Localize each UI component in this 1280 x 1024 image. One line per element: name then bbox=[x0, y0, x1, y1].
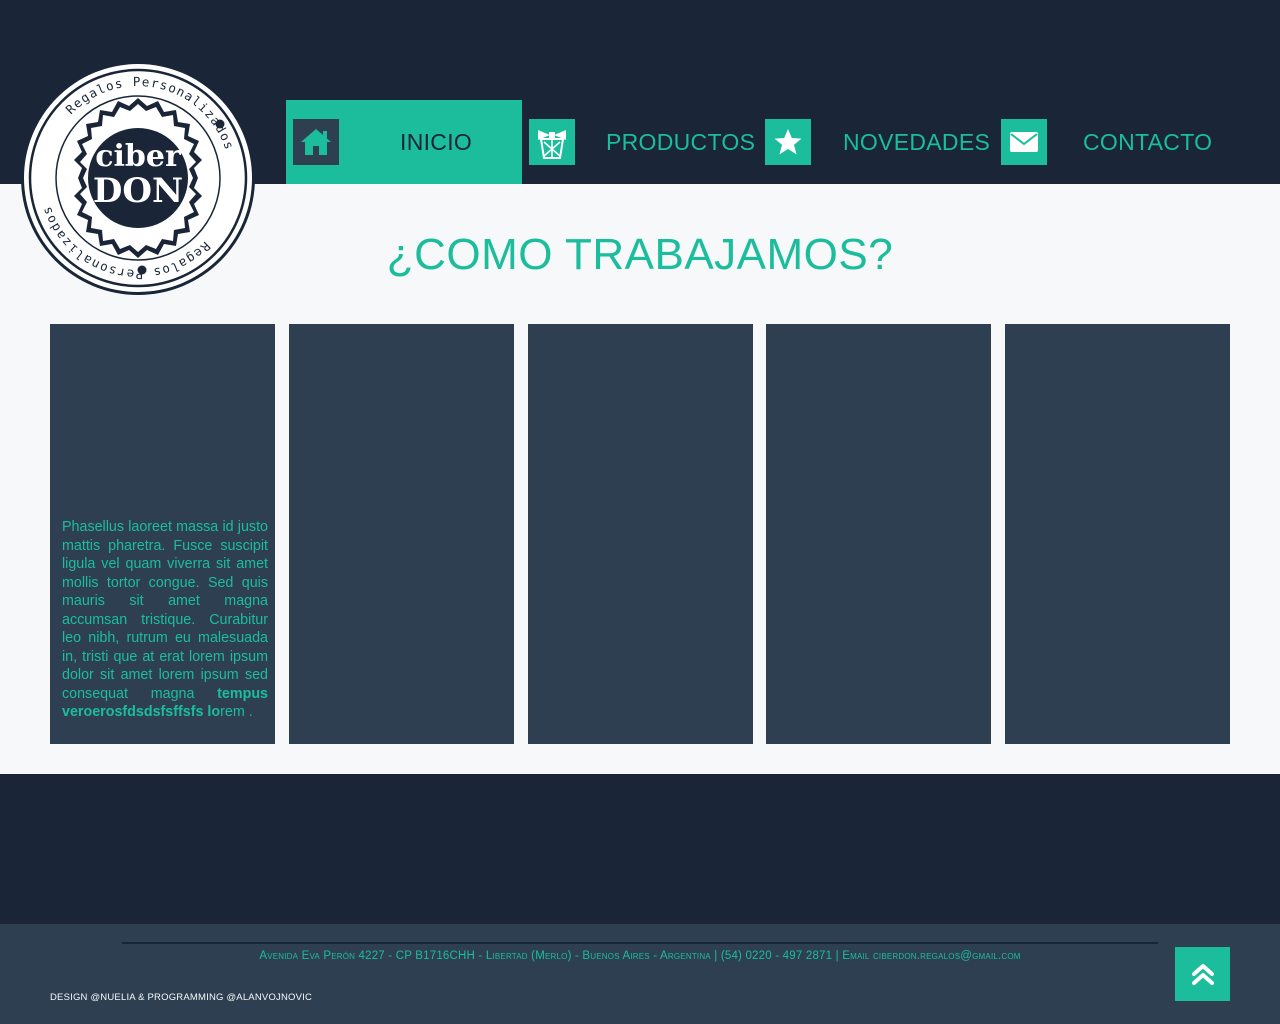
nav-label-productos: PRODUCTOS bbox=[606, 129, 756, 155]
nav-item-contacto[interactable]: CONTACTO bbox=[994, 100, 1230, 184]
footer bbox=[0, 924, 1280, 1024]
nav-label-novedades: NOVEDADES bbox=[843, 129, 991, 155]
info-card-5 bbox=[1005, 324, 1230, 744]
ciberdon-logo[interactable]: Regalos Personalizados Regalos Personali… bbox=[20, 60, 256, 296]
nav-label-inicio: INICIO bbox=[400, 129, 473, 155]
envelope-icon bbox=[1001, 119, 1047, 165]
star-icon bbox=[765, 119, 811, 165]
nav-item-productos[interactable]: PRODUCTOS bbox=[522, 100, 758, 184]
svg-text:ciber: ciber bbox=[95, 139, 182, 174]
footer-address: Avenida Eva Perón 4227 - CP B1716CHH - L… bbox=[259, 950, 1021, 962]
info-card-1: Phasellus laoreet massa id justo mattis … bbox=[50, 324, 275, 744]
info-card-2 bbox=[289, 324, 514, 744]
nav-item-novedades[interactable]: NOVEDADES bbox=[758, 100, 994, 184]
card-text-end: rem . bbox=[220, 704, 253, 720]
home-icon bbox=[293, 119, 339, 165]
footer-credits: Design @Nuelia & Programming @alanvojnov… bbox=[50, 992, 313, 1003]
info-card-4 bbox=[766, 324, 991, 744]
card-text: Phasellus laoreet massa id justo mattis … bbox=[62, 518, 268, 722]
card-text-start: Phasellus laoreet massa id justo mattis … bbox=[62, 519, 268, 702]
nav-item-inicio[interactable]: INICIO bbox=[286, 100, 522, 184]
gift-icon bbox=[529, 119, 575, 165]
nav-label-contacto: CONTACTO bbox=[1083, 129, 1213, 155]
svg-text:DON: DON bbox=[93, 171, 183, 211]
scroll-to-top-button[interactable] bbox=[1175, 947, 1230, 1001]
double-chevron-up-icon bbox=[1191, 964, 1214, 985]
info-card-3 bbox=[528, 324, 753, 744]
footer-divider bbox=[122, 942, 1158, 944]
